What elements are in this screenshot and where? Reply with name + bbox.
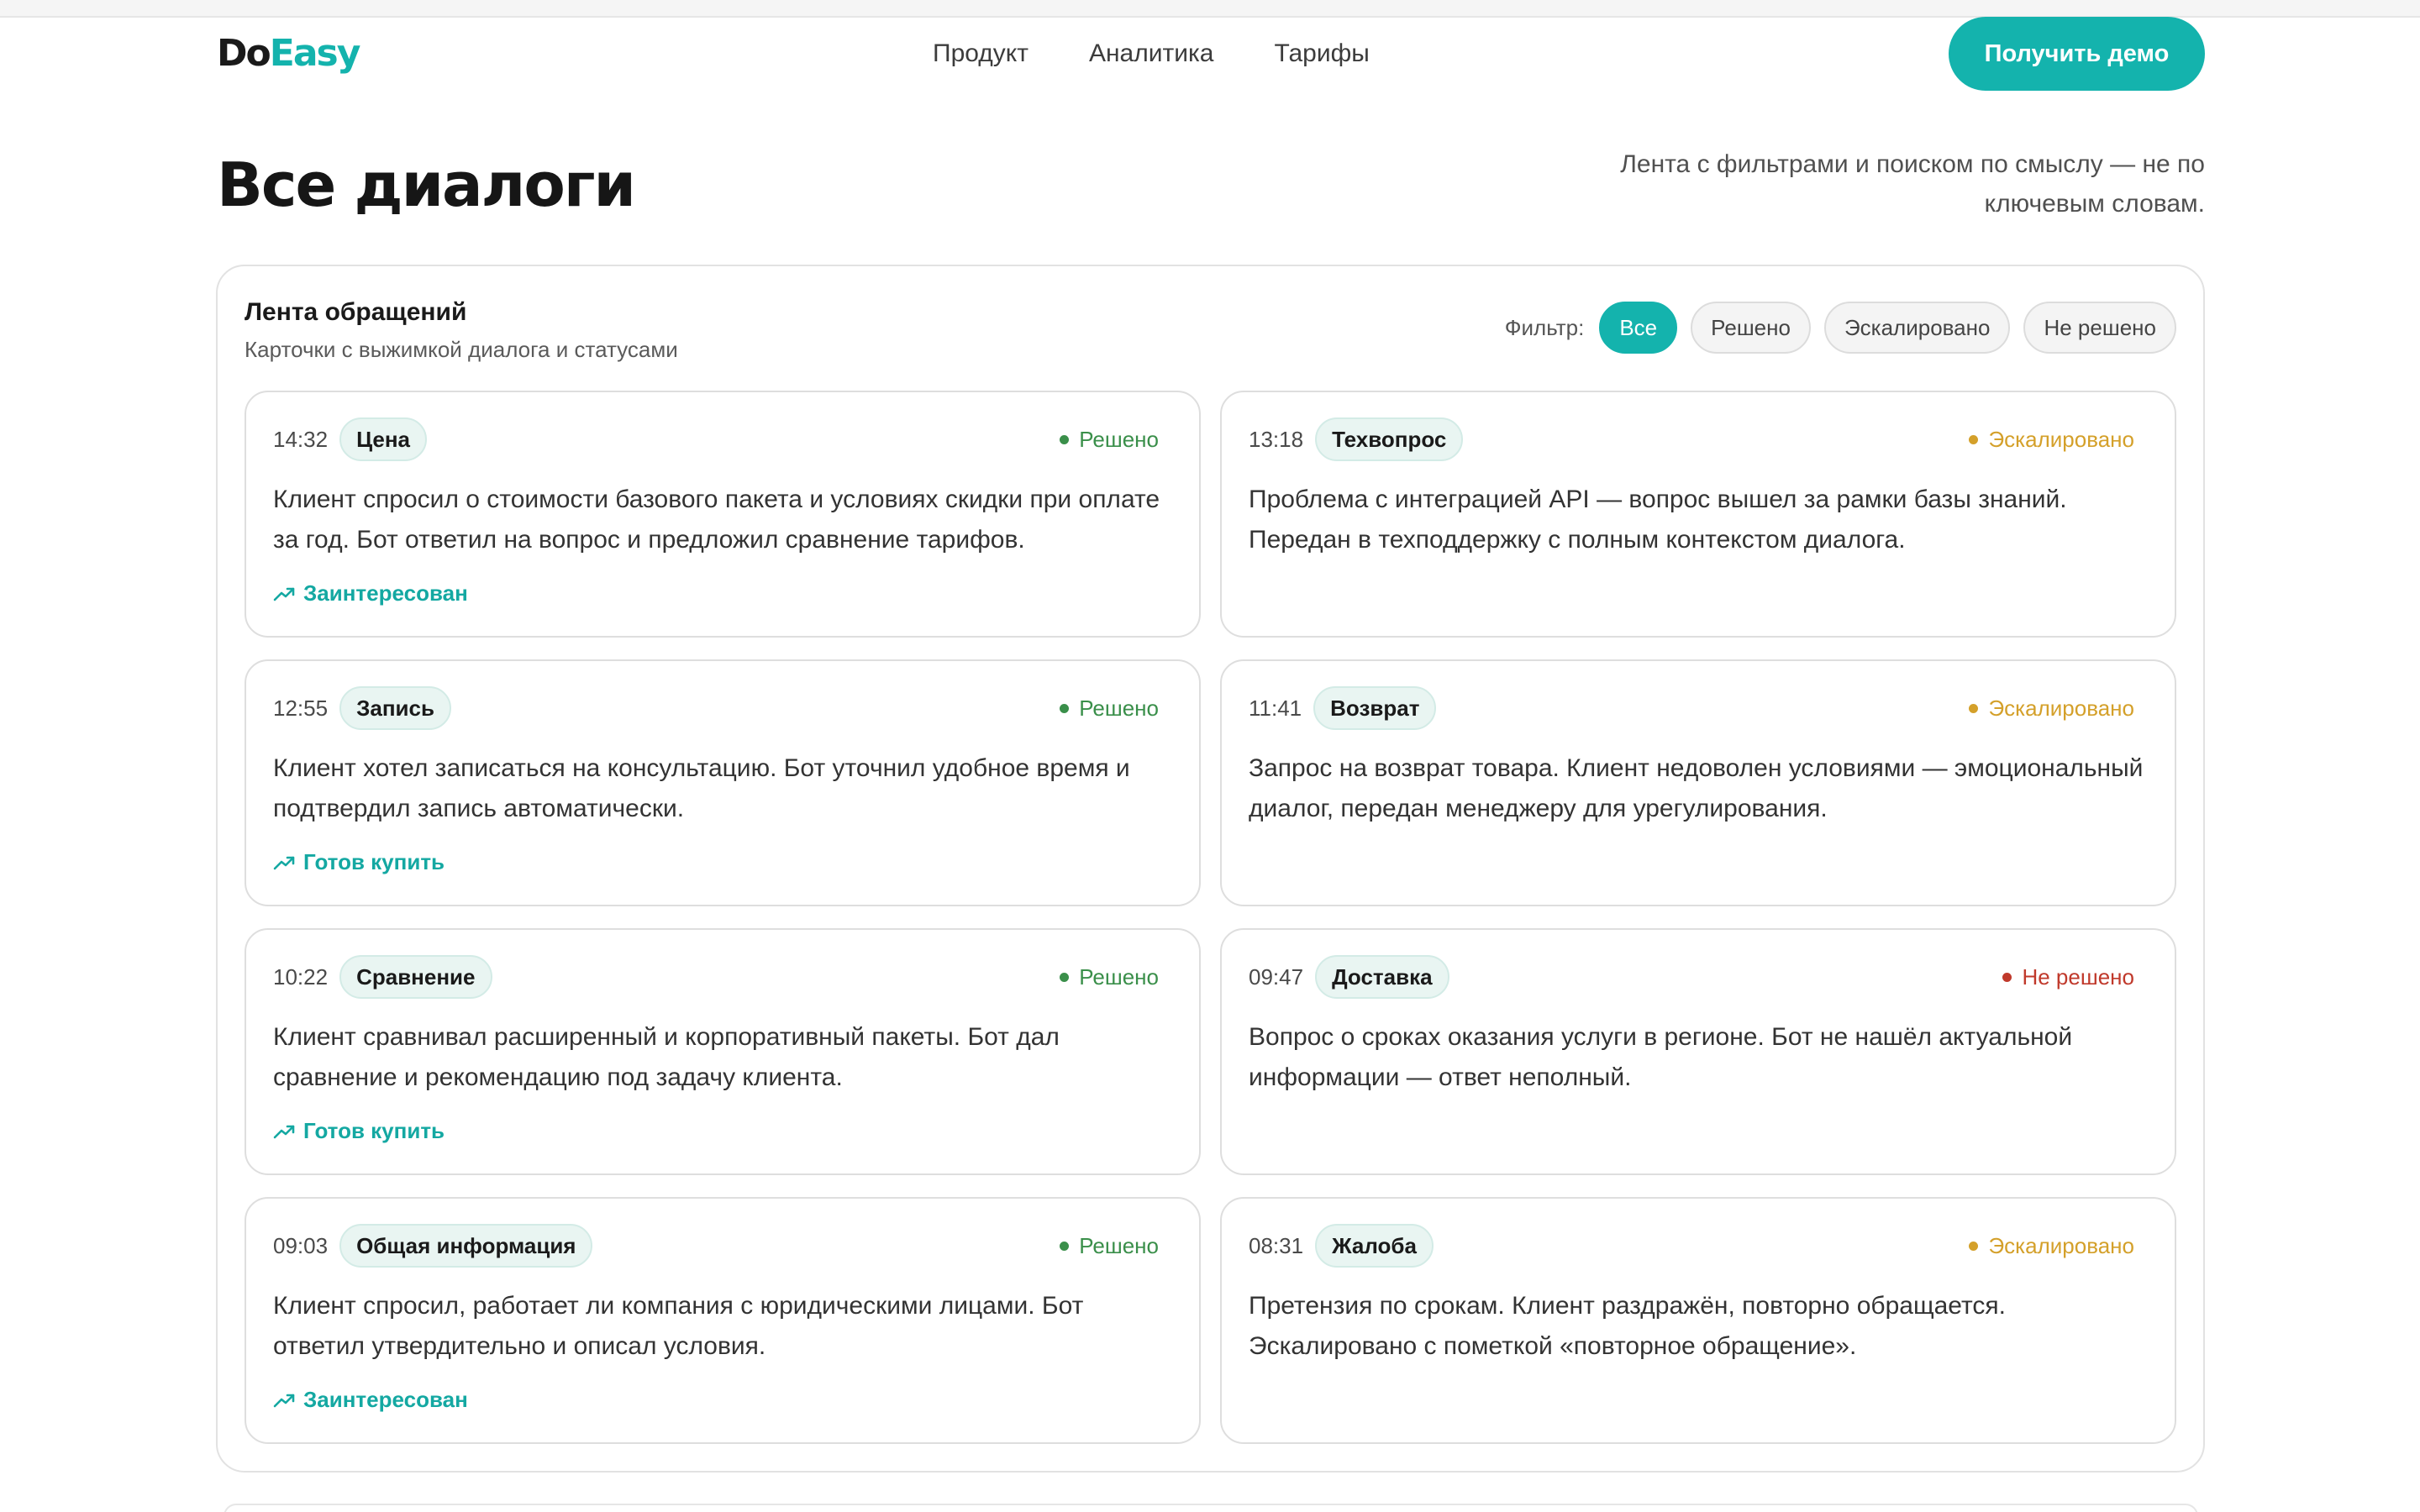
trend-up-icon — [273, 587, 295, 601]
card-time: 09:03 — [273, 1232, 329, 1258]
next-section-edge — [224, 1504, 2198, 1512]
dialog-card[interactable]: 10:22 Сравнение Решено Клиент сравнивал … — [245, 928, 1201, 1175]
status-dot-icon — [1969, 1241, 1979, 1251]
intent-text: Заинтересован — [303, 1387, 468, 1412]
nav-link-product[interactable]: Продукт — [933, 35, 1028, 72]
trend-up-icon — [273, 1125, 295, 1138]
topic-tag[interactable]: Доставка — [1315, 955, 1449, 999]
card-time: 12:55 — [273, 695, 329, 721]
status-label: Эскалировано — [1988, 696, 2134, 721]
filter-label: Фильтр: — [1504, 314, 1585, 340]
topic-tag[interactable]: Возврат — [1313, 686, 1437, 730]
doeasy-logo[interactable]: DoEasy — [217, 32, 361, 75]
status-badge: Решено — [1060, 963, 1159, 990]
intent-text: Готов купить — [303, 1118, 445, 1143]
dialog-card[interactable]: 14:32 Цена Решено Клиент спросил о стоим… — [245, 391, 1201, 638]
get-demo-button[interactable]: Получить демо — [1949, 17, 2205, 91]
status-dot-icon — [1060, 703, 1070, 713]
status-dot-icon — [1060, 972, 1070, 982]
dialog-summary: Претензия по срокам. Клиент раздражён, п… — [1249, 1292, 2006, 1360]
browser-top-strip — [0, 0, 2420, 18]
status-dot-icon — [1060, 1241, 1070, 1251]
card-header: 09:03 Общая информация — [273, 1224, 593, 1268]
dialogs-feed-panel: Лента обращений Карточки с выжимкой диал… — [216, 265, 2205, 1473]
nav-link-pricing[interactable]: Тарифы — [1274, 35, 1369, 72]
site-header: DoEasy Продукт Аналитика Тарифы Получить… — [217, 17, 2205, 91]
intent-label[interactable]: Заинтересован — [273, 1387, 468, 1413]
card-time: 13:18 — [1249, 426, 1304, 452]
intent-label[interactable]: Заинтересован — [273, 580, 468, 606]
dialog-card[interactable]: 12:55 Запись Решено Клиент хотел записат… — [245, 659, 1201, 906]
status-badge: Решено — [1060, 695, 1159, 722]
dialog-summary: Вопрос о сроках оказания услуги в регион… — [1249, 1023, 2073, 1091]
topic-tag[interactable]: Техвопрос — [1315, 417, 1464, 461]
card-time: 08:31 — [1249, 1232, 1304, 1258]
dialog-summary: Проблема с интеграцией API — вопрос выше… — [1249, 486, 2067, 554]
card-header: 14:32 Цена — [273, 417, 428, 461]
card-time: 11:41 — [1249, 695, 1302, 721]
filter-chip-unresolved[interactable]: Не решено — [2023, 302, 2176, 354]
status-label: Решено — [1079, 696, 1159, 721]
page-subtitle: Лента с фильтрами и поиском по смыслу — … — [1620, 150, 2205, 218]
main-nav: Продукт Аналитика Тарифы — [933, 35, 1370, 72]
card-time: 14:32 — [273, 426, 329, 452]
status-label: Решено — [1079, 1233, 1159, 1258]
card-time: 09:47 — [1249, 963, 1304, 990]
status-dot-icon — [1969, 703, 1979, 713]
filter-chip-all[interactable]: Все — [1599, 302, 1678, 354]
topic-tag[interactable]: Сравнение — [339, 955, 492, 999]
dialog-summary: Клиент сравнивал расширенный и корпорати… — [273, 1023, 1060, 1091]
dialog-summary: Клиент спросил о стоимости базового паке… — [273, 486, 1160, 554]
logo-easy: Easy — [269, 32, 361, 75]
page-title: Все диалоги — [217, 150, 636, 220]
status-filter: Фильтр: Все Решено Эскалировано Не решен… — [1505, 302, 2176, 354]
topic-tag[interactable]: Общая информация — [339, 1224, 593, 1268]
dialog-card[interactable]: 09:03 Общая информация Решено Клиент спр… — [245, 1197, 1201, 1444]
status-badge: Не решено — [2002, 963, 2134, 990]
intent-label[interactable]: Готов купить — [273, 1118, 445, 1144]
filter-chip-solved[interactable]: Решено — [1691, 302, 1811, 354]
card-header: 13:18 Техвопрос — [1249, 417, 1464, 461]
dialog-card[interactable]: 11:41 Возврат Эскалировано Запрос на воз… — [1220, 659, 2176, 906]
card-header: 09:47 Доставка — [1249, 955, 1449, 999]
dialog-summary: Запрос на возврат товара. Клиент недовол… — [1249, 754, 2144, 822]
status-badge: Решено — [1060, 426, 1159, 453]
status-dot-icon — [2002, 972, 2012, 982]
logo-do: Do — [217, 32, 271, 75]
status-label: Решено — [1079, 427, 1159, 452]
dialog-cards-grid: 14:32 Цена Решено Клиент спросил о стоим… — [245, 391, 2176, 1444]
intent-label[interactable]: Готов купить — [273, 849, 445, 875]
intent-text: Готов купить — [303, 849, 445, 874]
topic-tag[interactable]: Цена — [339, 417, 428, 461]
dialog-card[interactable]: 09:47 Доставка Не решено Вопрос о сроках… — [1220, 928, 2176, 1175]
status-badge: Решено — [1060, 1232, 1159, 1259]
status-label: Эскалировано — [1988, 427, 2134, 452]
dialog-summary: Клиент спросил, работает ли компания с ю… — [273, 1292, 1084, 1360]
status-label: Решено — [1079, 964, 1159, 990]
card-header: 11:41 Возврат — [1249, 686, 1437, 730]
status-label: Не решено — [2022, 964, 2134, 990]
topic-tag[interactable]: Жалоба — [1315, 1224, 1434, 1268]
status-dot-icon — [1060, 434, 1070, 444]
status-label: Эскалировано — [1988, 1233, 2134, 1258]
status-badge: Эскалировано — [1969, 1232, 2134, 1259]
trend-up-icon — [273, 1394, 295, 1407]
panel-subtitle: Карточки с выжимкой диалога и статусами — [245, 337, 678, 362]
card-time: 10:22 — [273, 963, 329, 990]
intent-text: Заинтересован — [303, 580, 468, 606]
nav-link-analytics[interactable]: Аналитика — [1089, 35, 1214, 72]
status-badge: Эскалировано — [1969, 695, 2134, 722]
card-header: 08:31 Жалоба — [1249, 1224, 1434, 1268]
panel-title: Лента обращений — [245, 298, 467, 326]
card-header: 10:22 Сравнение — [273, 955, 492, 999]
trend-up-icon — [273, 856, 295, 869]
filter-chip-escalated[interactable]: Эскалировано — [1823, 302, 2011, 354]
status-badge: Эскалировано — [1969, 426, 2134, 453]
status-dot-icon — [1969, 434, 1979, 444]
dialog-card[interactable]: 08:31 Жалоба Эскалировано Претензия по с… — [1220, 1197, 2176, 1444]
topic-tag[interactable]: Запись — [339, 686, 451, 730]
dialog-summary: Клиент хотел записаться на консультацию.… — [273, 754, 1130, 822]
card-header: 12:55 Запись — [273, 686, 451, 730]
dialog-card[interactable]: 13:18 Техвопрос Эскалировано Проблема с … — [1220, 391, 2176, 638]
